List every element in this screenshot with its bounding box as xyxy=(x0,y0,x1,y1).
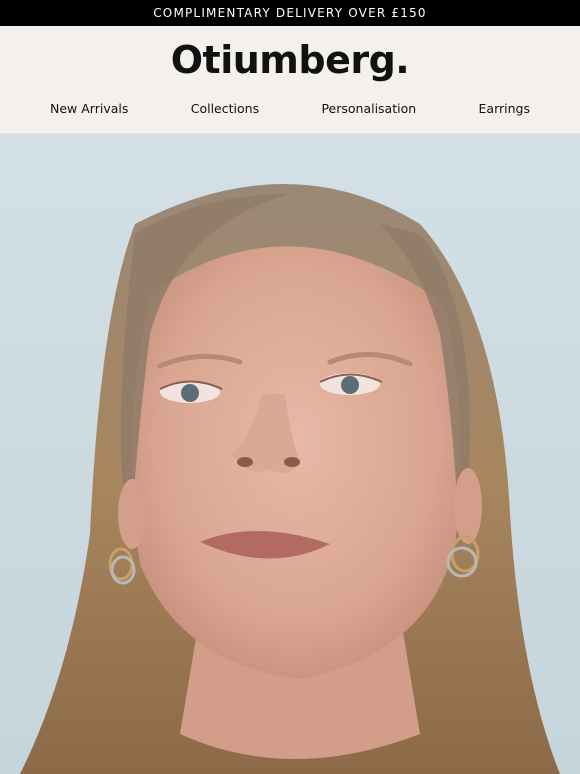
brand-logo[interactable]: Otiumberg. xyxy=(0,38,580,82)
nav-item-earrings[interactable]: Earrings xyxy=(479,101,530,116)
nav-item-personalisation[interactable]: Personalisation xyxy=(321,101,416,116)
hero-portrait-illustration xyxy=(0,134,580,774)
main-nav: New Arrivals Collections Personalisation… xyxy=(0,101,580,116)
nav-item-new-arrivals[interactable]: New Arrivals xyxy=(50,101,128,116)
site-header: Otiumberg. New Arrivals Collections Pers… xyxy=(0,26,580,134)
nav-item-collections[interactable]: Collections xyxy=(191,101,259,116)
announcement-text: COMPLIMENTARY DELIVERY OVER £150 xyxy=(153,6,427,20)
hero-image[interactable] xyxy=(0,134,580,774)
announcement-bar: COMPLIMENTARY DELIVERY OVER £150 xyxy=(0,0,580,26)
